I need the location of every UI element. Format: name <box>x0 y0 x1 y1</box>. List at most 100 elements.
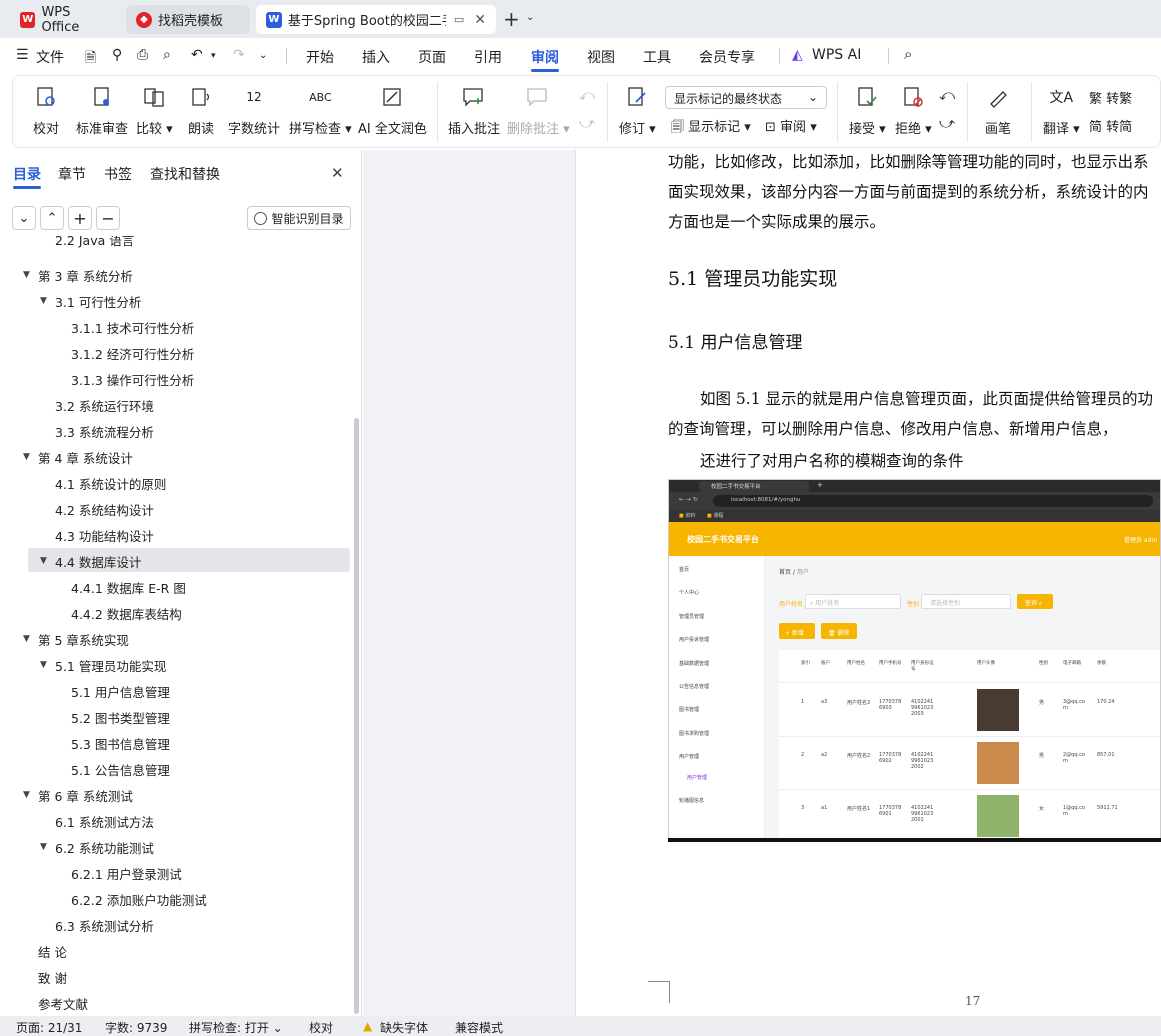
toc-item[interactable]: 5.2 图书类型管理 <box>0 704 352 730</box>
translate-button[interactable]: 文A 翻译 ▾ <box>1043 84 1080 137</box>
toc-item[interactable]: 6.2.1 用户登录测试 <box>0 860 352 886</box>
hamburger-icon[interactable]: ☰ <box>16 47 29 63</box>
word-count-button[interactable]: 12 字数统计 <box>228 84 280 137</box>
to-simplified-button[interactable]: 简 转简 <box>1089 116 1132 135</box>
toc-expand-arrow-icon[interactable]: ▼ <box>40 556 47 566</box>
toc-expand-arrow-icon[interactable]: ▼ <box>40 842 47 852</box>
toc-item[interactable]: 4.4.1 数据库 E-R 图 <box>0 574 352 600</box>
prev-change-icon[interactable]: ⤺ <box>939 86 955 104</box>
show-markup-button[interactable]: 🗐 显示标记 ▾ <box>671 116 751 140</box>
toc-item[interactable]: 2.2 Java 语言 <box>0 236 352 262</box>
redo-icon[interactable]: ↷ <box>233 47 245 63</box>
panel-scrollbar[interactable] <box>354 418 359 1014</box>
toc-item[interactable]: ▼ 第 6 章 系统测试 <box>0 782 352 808</box>
to-traditional-button[interactable]: 繁 转繁 <box>1089 88 1132 107</box>
toc-item[interactable]: ▼ 6.2 系统功能测试 <box>0 834 352 860</box>
menu-vip[interactable]: 会员专享 <box>699 47 755 67</box>
next-comment-icon[interactable]: ⤻ <box>579 114 595 132</box>
toc-item[interactable]: ▼ 5.1 管理员功能实现 <box>0 652 352 678</box>
prev-comment-icon[interactable]: ⤺ <box>579 86 595 104</box>
close-tab-icon[interactable]: ✕ <box>474 12 486 28</box>
toc-item[interactable]: 结 论 <box>0 938 352 964</box>
menu-insert[interactable]: 插入 <box>362 47 390 67</box>
track-changes-button[interactable]: 修订 ▾ <box>619 84 656 137</box>
undo-icon[interactable]: ↶ <box>191 47 203 63</box>
toc-item[interactable]: 致 谢 <box>0 964 352 990</box>
status-missing-font[interactable]: 缺失字体 <box>380 1019 428 1036</box>
toc-item[interactable]: 5.1 用户信息管理 <box>0 678 352 704</box>
toc-item[interactable]: ▼ 3.1 可行性分析 <box>0 288 352 314</box>
toc-item[interactable]: 参考文献 <box>0 990 352 1016</box>
toc-item[interactable]: 4.3 功能结构设计 <box>0 522 352 548</box>
toc-expand-arrow-icon[interactable]: ▼ <box>40 296 47 306</box>
monitor-icon[interactable]: ▭ <box>454 13 464 26</box>
menu-file[interactable]: 文件 <box>36 47 64 67</box>
collapse-up-button[interactable]: ⌃ <box>40 206 64 230</box>
smart-toc-button[interactable]: 智能识别目录 <box>247 206 351 230</box>
toc-item[interactable]: 6.2.2 添加账户功能测试 <box>0 886 352 912</box>
tab-document[interactable]: W 基于Spring Boot的校园二手 ▭ ✕ <box>256 5 496 34</box>
undo-dropdown-icon[interactable]: ▾ <box>211 51 216 61</box>
menu-home[interactable]: 开始 <box>306 47 334 67</box>
more-chevron-icon[interactable]: ⌄ <box>259 50 267 61</box>
tab-chapters[interactable]: 章节 <box>58 164 86 184</box>
delete-comment-button[interactable]: 删除批注 ▾ <box>507 84 570 137</box>
toc-expand-arrow-icon[interactable]: ▼ <box>23 452 30 462</box>
toc-item[interactable]: 3.2 系统运行环境 <box>0 392 352 418</box>
save-icon[interactable]: 🗎 <box>85 47 96 71</box>
tab-list-chevron-icon[interactable]: ⌄ <box>526 12 534 23</box>
toc-expand-arrow-icon[interactable]: ▼ <box>40 660 47 670</box>
menu-view[interactable]: 视图 <box>587 47 615 67</box>
add-heading-button[interactable]: + <box>68 206 92 230</box>
toc-item[interactable]: 3.1.1 技术可行性分析 <box>0 314 352 340</box>
menu-reference[interactable]: 引用 <box>474 47 502 67</box>
share-icon[interactable]: ⚲ <box>112 47 122 63</box>
toc-item[interactable]: 4.2 系统结构设计 <box>0 496 352 522</box>
toc-item[interactable]: 4.4.2 数据库表结构 <box>0 600 352 626</box>
proof-button[interactable]: 校对 <box>33 84 59 137</box>
compare-button[interactable]: 比较 ▾ <box>136 84 173 137</box>
toc-expand-arrow-icon[interactable]: ▼ <box>23 790 30 800</box>
tab-templates[interactable]: ◆ 找稻壳模板 <box>126 5 250 34</box>
insert-comment-button[interactable]: 插入批注 <box>448 84 500 137</box>
tab-bookmarks[interactable]: 书签 <box>104 164 132 184</box>
menu-tools[interactable]: 工具 <box>643 47 671 67</box>
toc-expand-arrow-icon[interactable]: ▼ <box>23 634 30 644</box>
spell-check-button[interactable]: ABC 拼写检查 ▾ <box>289 84 352 138</box>
toc-item[interactable]: ▼ 第 5 章系统实现 <box>0 626 352 652</box>
toc-item[interactable]: ▼ 4.4 数据库设计 <box>0 548 352 574</box>
menu-page[interactable]: 页面 <box>418 47 446 67</box>
status-words[interactable]: 字数: 9739 <box>105 1019 167 1036</box>
markup-display-select[interactable]: 显示标记的最终状态 ⌄ <box>665 86 827 109</box>
next-change-icon[interactable]: ⤻ <box>939 114 955 132</box>
new-tab-icon[interactable]: + <box>503 7 520 31</box>
print-icon[interactable]: ⎙ <box>137 47 148 63</box>
toc-item[interactable]: 5.3 图书信息管理 <box>0 730 352 756</box>
menu-wps-ai[interactable]: WPS AI <box>812 47 861 63</box>
print-preview-icon[interactable]: ⌕ <box>163 47 171 63</box>
standard-review-button[interactable]: 标准审查 <box>76 84 128 137</box>
pen-button[interactable]: 画笔 <box>985 84 1011 137</box>
tab-find-replace[interactable]: 查找和替换 <box>150 164 220 184</box>
status-proof[interactable]: 校对 <box>309 1019 333 1036</box>
toc-item[interactable]: 3.3 系统流程分析 <box>0 418 352 444</box>
read-aloud-button[interactable]: 朗读 <box>188 84 214 137</box>
toc-item[interactable]: ▼ 第 4 章 系统设计 <box>0 444 352 470</box>
tab-wps-office[interactable]: W WPS Office <box>10 5 120 35</box>
search-icon[interactable]: ⌕ <box>904 45 912 63</box>
remove-heading-button[interactable]: − <box>96 206 120 230</box>
toc-item[interactable]: 3.1.3 操作可行性分析 <box>0 366 352 392</box>
ai-polish-button[interactable]: AI 全文润色 <box>358 84 427 137</box>
accept-button[interactable]: 接受 ▾ <box>849 84 886 137</box>
menu-review[interactable]: 审阅 <box>531 47 559 67</box>
toc-expand-arrow-icon[interactable]: ▼ <box>23 270 30 280</box>
toc-item[interactable]: 4.1 系统设计的原则 <box>0 470 352 496</box>
toc-item[interactable]: 6.3 系统测试分析 <box>0 912 352 938</box>
review-pane-button[interactable]: ⊡ 审阅 ▾ <box>765 116 817 135</box>
reject-button[interactable]: 拒绝 ▾ <box>895 84 932 137</box>
close-panel-icon[interactable]: ✕ <box>331 164 344 182</box>
toc-item[interactable]: 3.1.2 经济可行性分析 <box>0 340 352 366</box>
status-page[interactable]: 页面: 21/31 <box>16 1019 82 1036</box>
toc-item[interactable]: 5.1 公告信息管理 <box>0 756 352 782</box>
tab-toc[interactable]: 目录 <box>13 164 41 184</box>
